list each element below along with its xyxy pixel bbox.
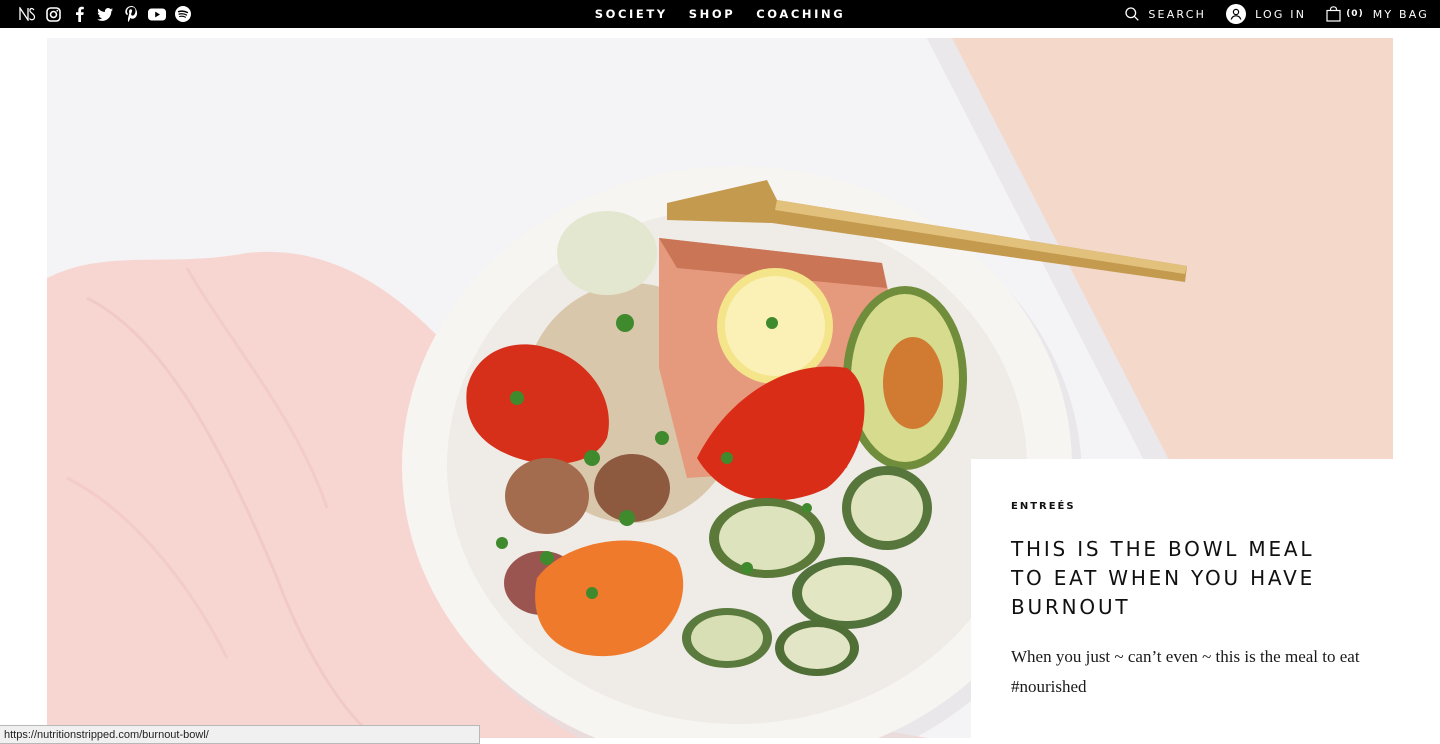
utility-nav: SEARCH LOG IN (0) MY BAG xyxy=(1125,0,1429,28)
spotify-icon[interactable] xyxy=(170,0,196,28)
nav-society-link[interactable]: SOCIETY xyxy=(595,7,668,21)
search-label: SEARCH xyxy=(1148,7,1207,21)
social-links xyxy=(14,0,196,28)
user-icon xyxy=(1226,4,1247,24)
search-button[interactable]: SEARCH xyxy=(1125,7,1206,21)
featured-post-hero[interactable]: ENTREÉS THIS IS THE BOWL MEAL TO EAT WHE… xyxy=(47,38,1393,738)
nav-shop-link[interactable]: SHOP xyxy=(689,7,736,21)
shopping-bag-icon xyxy=(1326,6,1341,22)
post-excerpt: When you just ~ can’t even ~ this is the… xyxy=(1011,647,1360,696)
nav-coaching-link[interactable]: COACHING xyxy=(756,7,845,21)
link-status-bar: https://nutritionstripped.com/burnout-bo… xyxy=(0,725,480,744)
top-navigation-bar: SOCIETY SHOP COACHING SEARCH LOG IN (0) … xyxy=(0,0,1440,28)
login-button[interactable]: LOG IN xyxy=(1226,4,1306,24)
twitter-icon[interactable] xyxy=(92,0,118,28)
bag-count: (0) xyxy=(1346,9,1364,19)
youtube-icon[interactable] xyxy=(144,0,170,28)
post-category[interactable]: ENTREÉS xyxy=(1011,501,1360,512)
post-title[interactable]: THIS IS THE BOWL MEAL TO EAT WHEN YOU HA… xyxy=(1011,535,1351,622)
instagram-icon[interactable] xyxy=(40,0,66,28)
site-logo-icon[interactable] xyxy=(14,0,40,28)
search-icon xyxy=(1125,7,1140,21)
bag-label: MY BAG xyxy=(1372,7,1429,21)
pinterest-icon[interactable] xyxy=(118,0,144,28)
facebook-icon[interactable] xyxy=(66,0,92,28)
post-card[interactable]: ENTREÉS THIS IS THE BOWL MEAL TO EAT WHE… xyxy=(971,459,1393,738)
login-label: LOG IN xyxy=(1255,7,1307,21)
bag-button[interactable]: (0) MY BAG xyxy=(1326,6,1429,22)
